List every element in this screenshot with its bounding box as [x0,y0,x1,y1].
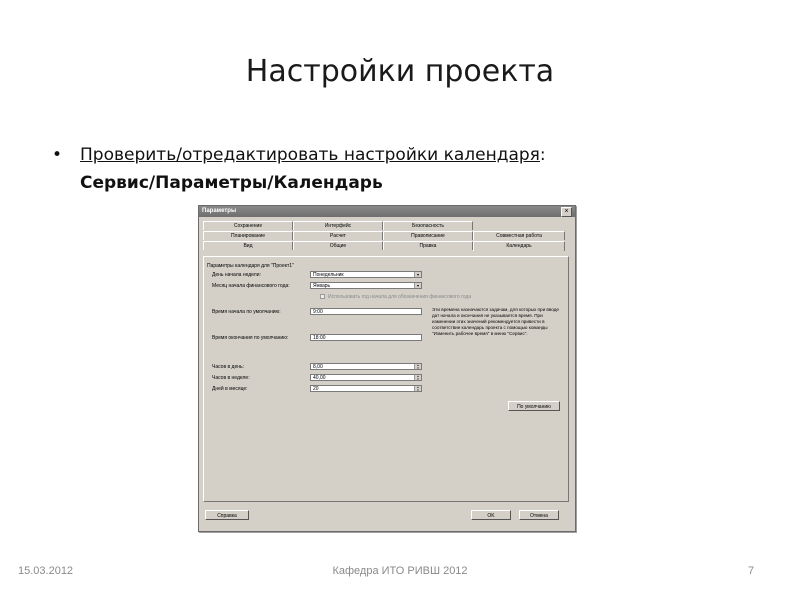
default-start-input[interactable]: 9:00 [310,308,422,315]
options-dialog: Параметры × Сохранение Интерфейс Безопас… [198,205,576,532]
hours-week-value: 40,00 [313,375,326,381]
fiscal-month-label: Месяц начала финансового года: [212,283,290,289]
dialog-titlebar[interactable]: Параметры × [199,206,575,217]
hours-week-input[interactable]: 40,00 ▴ ▾ [310,374,422,381]
default-start-label: Время начала по умолчанию: [212,309,281,315]
menu-path: Сервис/Параметры/Календарь [80,173,383,193]
tab-save[interactable]: Сохранение [203,221,293,230]
time-note: Эти времена назначаются задачам, для кот… [432,307,559,336]
days-month-label: Дней в месяце: [212,386,248,392]
dialog-title: Параметры [202,208,237,214]
default-end-input[interactable]: 18:00 [310,334,422,341]
fiscal-month-select[interactable]: Январь ▾ [310,282,422,289]
bullet-underlined-text: Проверить/отредактировать настройки кале… [80,145,540,165]
fiscal-month-value: Январь [313,283,331,289]
days-month-value: 20 [313,386,319,392]
spin-arrows-icon[interactable]: ▴ ▾ [414,375,421,380]
fiscal-year-checkbox-label: Использовать год начала для обозначения … [328,294,472,300]
chevron-down-icon[interactable]: ▾ [414,283,421,288]
chevron-down-icon[interactable]: ▾ [414,272,421,277]
slide-title: Настройки проекта [245,54,555,89]
spin-arrows-icon[interactable]: ▴ ▾ [414,364,421,369]
week-start-select[interactable]: Понедельник ▾ [310,271,422,278]
tab-scheduling[interactable]: Планирование [203,231,293,240]
ok-button[interactable]: OK [471,510,511,520]
bullet-dot: • [52,145,63,165]
calendar-panel: Параметры календаря для "Проект1" День н… [203,256,569,502]
tab-calculation[interactable]: Расчет [293,231,383,240]
cancel-button[interactable]: Отмена [519,510,559,520]
page-number: 7 [748,565,755,577]
tab-general[interactable]: Общие [293,241,383,250]
week-start-value: Понедельник [313,272,344,278]
tab-spelling[interactable]: Правописание [383,231,473,240]
spin-arrows-icon[interactable]: ▴ ▾ [414,386,421,391]
tab-view[interactable]: Вид [203,241,293,250]
hours-week-label: Часов в неделе: [212,375,250,381]
footer-center: Кафедра ИТО РИВШ 2012 [332,565,468,577]
hours-day-input[interactable]: 8,00 ▴ ▾ [310,363,422,370]
set-default-button[interactable]: По умолчанию [508,401,560,411]
help-button[interactable]: Справка [205,510,249,520]
hours-day-value: 8,00 [313,364,323,370]
tab-calendar[interactable]: Календарь [473,241,565,251]
tab-security[interactable]: Безопасность [383,221,473,230]
hours-day-label: Часов в день: [212,364,244,370]
fiscal-year-checkbox[interactable] [320,294,325,299]
week-start-label: День начала недели: [212,272,261,278]
tab-collaborate[interactable]: Совместная работа [473,231,565,240]
group-title: Параметры календаря для "Проект1" [207,263,294,269]
default-end-label: Время окончания по умолчанию: [212,335,289,341]
close-icon[interactable]: × [561,207,572,217]
tab-interface[interactable]: Интерфейс [293,221,383,230]
bullet-line-1: Проверить/отредактировать настройки кале… [80,145,546,165]
tab-edit[interactable]: Правка [383,241,473,250]
days-month-input[interactable]: 20 ▴ ▾ [310,385,422,392]
bullet-colon: : [539,145,546,165]
